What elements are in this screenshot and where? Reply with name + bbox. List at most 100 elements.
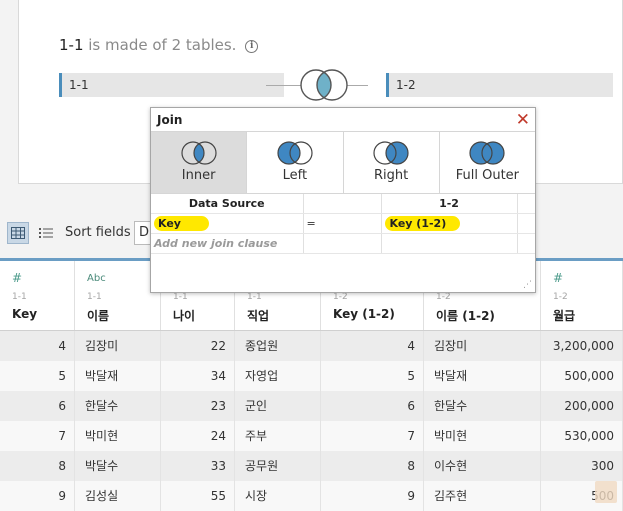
table-cell[interactable]: 5 bbox=[0, 361, 75, 391]
join-type-label: Inner bbox=[181, 168, 216, 183]
table-cell[interactable]: 3,200,000 bbox=[541, 331, 623, 361]
table-cell[interactable]: 시장 bbox=[235, 481, 321, 511]
column-header[interactable]: # 1-2 월급 bbox=[541, 261, 623, 330]
close-icon[interactable]: ✕ bbox=[516, 108, 530, 132]
column-header[interactable]: # 1-1 Key bbox=[0, 261, 75, 330]
table-cell[interactable]: 300 bbox=[541, 451, 623, 481]
column-name: Key bbox=[12, 307, 38, 321]
table-cell[interactable]: 김장미 bbox=[75, 331, 161, 361]
column-source: 1-2 bbox=[436, 292, 451, 302]
join-type-left[interactable]: Left bbox=[247, 132, 344, 193]
table-cell[interactable]: 8 bbox=[321, 451, 424, 481]
column-source: 1-2 bbox=[553, 292, 568, 302]
join-type-inner[interactable]: Inner bbox=[151, 132, 248, 193]
left-join-icon bbox=[277, 141, 313, 165]
canvas-title-text: is made of 2 tables. bbox=[83, 36, 237, 54]
table-cell[interactable]: 530,000 bbox=[541, 421, 623, 451]
data-grid: # 1-1 Key Abc 1-1 이름 # 1-1 나이 Abc 1-1 직업… bbox=[0, 258, 623, 511]
table-cell[interactable]: 7 bbox=[0, 421, 75, 451]
number-type-icon[interactable]: # bbox=[12, 271, 22, 285]
table-cell[interactable]: 24 bbox=[161, 421, 235, 451]
table-row[interactable]: 4 김장미 22 종업원 4 김장미 3,200,000 bbox=[0, 331, 623, 361]
table-cell[interactable]: 4 bbox=[321, 331, 424, 361]
table-cell[interactable]: 200,000 bbox=[541, 391, 623, 421]
list-view-button[interactable] bbox=[35, 222, 57, 244]
table-cell[interactable]: 종업원 bbox=[235, 331, 321, 361]
watermark-logo bbox=[595, 481, 617, 503]
table-cell[interactable]: 김성실 bbox=[75, 481, 161, 511]
table-cell[interactable]: 6 bbox=[0, 391, 75, 421]
table-cell[interactable]: 34 bbox=[161, 361, 235, 391]
column-name: 이름 bbox=[87, 309, 110, 323]
join-type-right[interactable]: Right bbox=[344, 132, 440, 193]
table-cell[interactable]: 8 bbox=[0, 451, 75, 481]
info-icon[interactable]: i bbox=[245, 40, 259, 53]
table-cell[interactable]: 22 bbox=[161, 331, 235, 361]
clause-left-field-label: Key bbox=[154, 215, 209, 231]
table-cell[interactable]: 박미현 bbox=[424, 421, 541, 451]
full-outer-join-icon bbox=[469, 141, 505, 165]
join-dialog: Join ✕ Inner Left Right Full Outer Data … bbox=[150, 107, 536, 293]
add-join-clause-label: Add new join clause bbox=[154, 236, 278, 250]
table-cell[interactable]: 23 bbox=[161, 391, 235, 421]
left-table-pill[interactable]: 1-1 bbox=[59, 73, 284, 97]
list-icon bbox=[39, 228, 53, 238]
table-cell[interactable]: 55 bbox=[161, 481, 235, 511]
connector-line bbox=[347, 85, 368, 86]
table-row[interactable]: 7 박미현 24 주부 7 박미현 530,000 bbox=[0, 421, 623, 451]
number-type-icon[interactable]: # bbox=[553, 271, 563, 285]
table-cell[interactable]: 김장미 bbox=[424, 331, 541, 361]
table-cell[interactable]: 군인 bbox=[235, 391, 321, 421]
table-cell[interactable]: 4 bbox=[0, 331, 75, 361]
clause-header-data-source: Data Source bbox=[151, 194, 304, 214]
table-cell[interactable]: 33 bbox=[161, 451, 235, 481]
table-cell[interactable]: 5 bbox=[321, 361, 424, 391]
table-cell[interactable]: 9 bbox=[321, 481, 424, 511]
table-cell[interactable]: 9 bbox=[0, 481, 75, 511]
right-table-pill[interactable]: 1-2 bbox=[386, 73, 613, 97]
grid-view-button[interactable] bbox=[7, 222, 29, 244]
join-dialog-title: Join bbox=[157, 113, 183, 127]
clause-operator[interactable]: = bbox=[303, 213, 382, 234]
join-type-label: Left bbox=[282, 168, 308, 183]
add-join-clause[interactable]: Add new join clause bbox=[151, 233, 304, 254]
table-cell[interactable]: 한달수 bbox=[75, 391, 161, 421]
table-cell[interactable]: 박달수 bbox=[75, 451, 161, 481]
join-type-full-outer[interactable]: Full Outer bbox=[440, 132, 535, 193]
column-source: 1-1 bbox=[12, 292, 27, 302]
string-type-icon[interactable]: Abc bbox=[87, 273, 106, 284]
table-cell[interactable]: 7 bbox=[321, 421, 424, 451]
table-cell[interactable]: 이수현 bbox=[424, 451, 541, 481]
table-cell[interactable]: 자영업 bbox=[235, 361, 321, 391]
table-cell[interactable]: 공무원 bbox=[235, 451, 321, 481]
clause-header-right-table: 1-2 bbox=[381, 194, 518, 214]
canvas-table-name: 1-1 bbox=[59, 36, 84, 54]
table-row[interactable]: 6 한달수 23 군인 6 한달수 200,000 bbox=[0, 391, 623, 421]
sort-fields-label: Sort fields bbox=[65, 225, 131, 240]
table-cell[interactable]: 박미현 bbox=[75, 421, 161, 451]
column-source: 1-2 bbox=[333, 292, 348, 302]
table-cell[interactable]: 500,000 bbox=[541, 361, 623, 391]
table-row[interactable]: 5 박달재 34 자영업 5 박달재 500,000 bbox=[0, 361, 623, 391]
column-header[interactable]: Abc 1-1 이름 bbox=[75, 261, 161, 330]
table-row[interactable]: 9 김성실 55 시장 9 김주현 500 bbox=[0, 481, 623, 511]
grid-body: 4 김장미 22 종업원 4 김장미 3,200,000 5 박달재 34 자영… bbox=[0, 331, 623, 511]
inner-join-venn-icon[interactable] bbox=[298, 68, 350, 102]
right-join-icon bbox=[373, 141, 409, 165]
table-cell[interactable]: 주부 bbox=[235, 421, 321, 451]
table-cell[interactable]: 한달수 bbox=[424, 391, 541, 421]
table-row[interactable]: 8 박달수 33 공무원 8 이수현 300 bbox=[0, 451, 623, 481]
table-cell[interactable]: 박달재 bbox=[424, 361, 541, 391]
column-name: 이름 (1-2) bbox=[436, 309, 495, 323]
table-cell[interactable]: 6 bbox=[321, 391, 424, 421]
grid-icon bbox=[11, 227, 25, 239]
column-name: 월급 bbox=[553, 309, 576, 323]
clause-right-field[interactable]: Key (1-2) bbox=[381, 213, 518, 234]
join-dialog-header: Join ✕ bbox=[151, 108, 535, 132]
clause-left-field[interactable]: Key bbox=[151, 213, 304, 234]
join-type-label: Right bbox=[374, 168, 409, 183]
resize-grip-icon[interactable]: ⋰ bbox=[523, 280, 532, 290]
table-cell[interactable]: 김주현 bbox=[424, 481, 541, 511]
join-type-label: Full Outer bbox=[455, 168, 520, 183]
table-cell[interactable]: 박달재 bbox=[75, 361, 161, 391]
